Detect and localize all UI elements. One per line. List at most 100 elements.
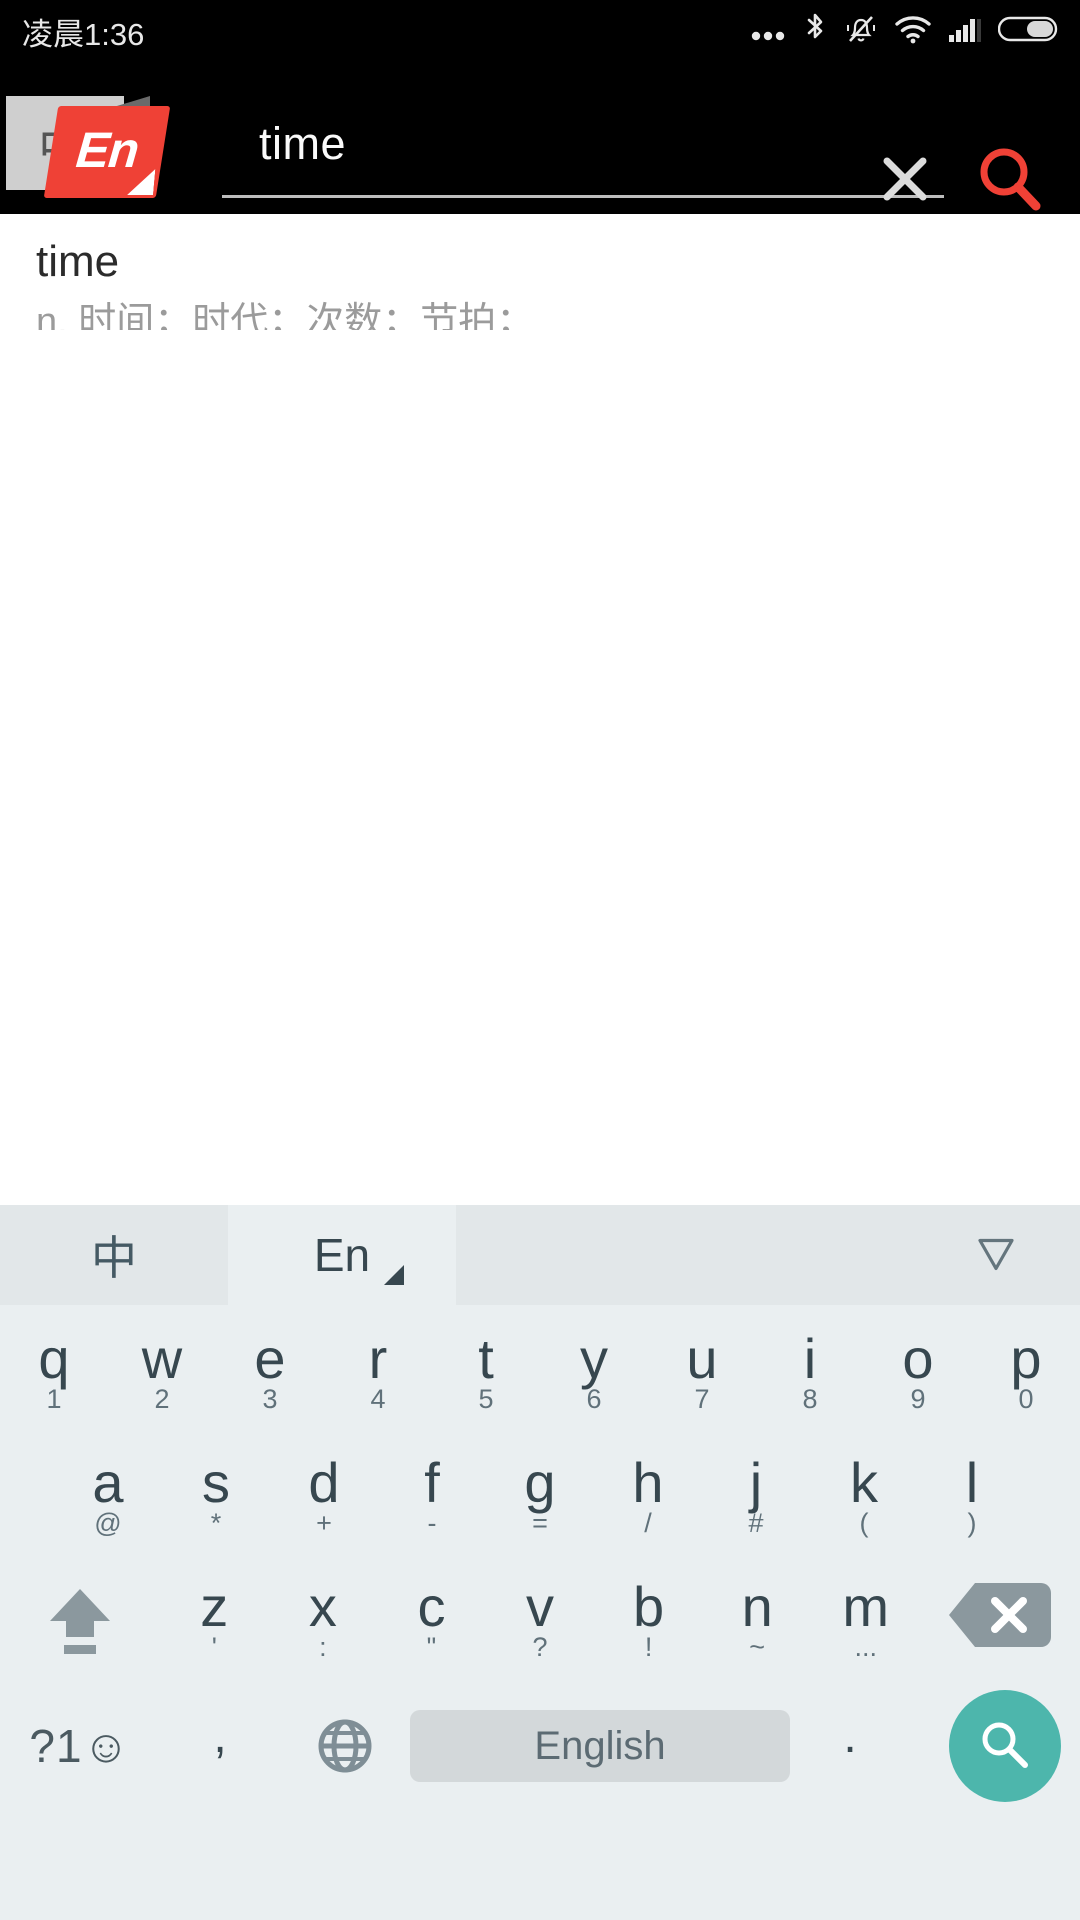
key-label: g [524, 1451, 556, 1514]
key-u[interactable]: u7 [648, 1305, 756, 1429]
collapse-down-icon[interactable] [968, 1227, 1024, 1284]
key-s[interactable]: s * [162, 1429, 270, 1553]
key-sublabel: - [427, 1508, 437, 1538]
key-label: t [478, 1327, 494, 1390]
search-icon [982, 1722, 1028, 1768]
key-g[interactable]: g = [486, 1429, 594, 1553]
key-e[interactable]: e3 [216, 1305, 324, 1429]
key-i[interactable]: i8 [756, 1305, 864, 1429]
key-sublabel: 2 [154, 1384, 170, 1414]
keyboard-tab-chinese-label: 中 [91, 1232, 137, 1284]
globe-icon[interactable] [280, 1711, 410, 1781]
key-m[interactable]: m... [811, 1553, 920, 1677]
enter-search-circle [949, 1690, 1061, 1802]
key-p[interactable]: p0 [972, 1305, 1080, 1429]
key-sublabel: 1 [46, 1384, 62, 1414]
keyboard-row-1: q1 w2 e3 r4 t5 y6 u7 i8 o9 p0 [0, 1305, 1080, 1429]
key-l[interactable]: l) [918, 1429, 1026, 1553]
key-label: j [749, 1451, 763, 1514]
close-icon[interactable] [868, 142, 942, 216]
key-label: p [1010, 1327, 1042, 1390]
backspace-icon[interactable] [920, 1553, 1080, 1677]
key-label: y [580, 1327, 608, 1390]
key-label: s [202, 1451, 230, 1514]
keyboard-tab-english[interactable]: En [228, 1205, 456, 1305]
key-label: b [633, 1575, 665, 1638]
keyboard-row-3: z ' x: c " v? b! n ~ m... [0, 1553, 1080, 1677]
key-sublabel: ~ [749, 1632, 766, 1662]
key-label: f [424, 1451, 440, 1514]
key-comma-label: , [213, 1709, 227, 1763]
key-period[interactable]: . [790, 1710, 910, 1774]
shift-arrow-icon[interactable] [0, 1553, 160, 1677]
key-a[interactable]: a @ [54, 1429, 162, 1553]
key-w[interactable]: w2 [108, 1305, 216, 1429]
key-sublabel: 3 [262, 1384, 278, 1414]
keyboard-rows: q1 w2 e3 r4 t5 y6 u7 i8 o9 p0 a @ s * d + f… [0, 1305, 1080, 1815]
key-label: c [417, 1575, 446, 1638]
key-z[interactable]: z ' [160, 1553, 269, 1677]
key-j[interactable]: j # [702, 1429, 810, 1553]
key-q[interactable]: q1 [0, 1305, 108, 1429]
key-b[interactable]: b! [594, 1553, 703, 1677]
key-label: r [368, 1327, 388, 1390]
key-period-label: . [843, 1709, 857, 1763]
key-x[interactable]: x: [269, 1553, 378, 1677]
key-o[interactable]: o9 [864, 1305, 972, 1429]
result-word: time [36, 237, 120, 286]
keyboard-toolbar: 中 En [0, 1205, 1080, 1305]
status-icons [750, 11, 1058, 52]
key-c[interactable]: c " [377, 1553, 486, 1677]
keyboard-row-2: a @ s * d + f- g = h / j # k( l) [0, 1429, 1080, 1553]
key-label: w [141, 1327, 183, 1390]
bluetooth-icon [802, 11, 828, 52]
wifi-icon [894, 14, 932, 49]
key-sublabel: ... [854, 1632, 878, 1662]
key-k[interactable]: k( [810, 1429, 918, 1553]
key-sublabel: ) [967, 1508, 977, 1538]
keyboard-tab-chinese[interactable]: 中 [0, 1205, 228, 1305]
key-h[interactable]: h / [594, 1429, 702, 1553]
keyboard-toolbar-blank [456, 1205, 1080, 1305]
app-logo[interactable]: 中 En [6, 90, 196, 200]
space-key-surface: English [410, 1710, 790, 1782]
key-sublabel: + [316, 1508, 332, 1538]
key-n[interactable]: n ~ [703, 1553, 812, 1677]
key-sublabel: @ [94, 1508, 122, 1538]
key-label: z [200, 1575, 229, 1638]
key-sublabel: * [210, 1508, 222, 1538]
key-label: m [842, 1575, 890, 1638]
key-sublabel: 9 [910, 1384, 926, 1414]
space-key[interactable]: English [410, 1710, 790, 1782]
key-sublabel: / [644, 1508, 652, 1538]
key-sublabel: ( [859, 1508, 869, 1538]
search-icon[interactable] [970, 140, 1050, 220]
status-bar: 凌晨1:36 [0, 0, 1080, 62]
enter-search-key[interactable] [910, 1690, 1080, 1802]
key-comma[interactable]: , [160, 1710, 280, 1774]
logo-english-card: En [43, 106, 171, 198]
key-t[interactable]: t5 [432, 1305, 540, 1429]
more-dots-icon [750, 13, 786, 50]
symbols-key[interactable]: ?1☺ [0, 1719, 160, 1773]
key-y[interactable]: y6 [540, 1305, 648, 1429]
key-label: k [850, 1451, 878, 1514]
search-input[interactable]: time [222, 96, 944, 198]
key-label: i [803, 1327, 817, 1390]
key-label: l [965, 1451, 979, 1514]
key-f[interactable]: f- [378, 1429, 486, 1553]
key-label: d [308, 1451, 340, 1514]
key-v[interactable]: v? [486, 1553, 595, 1677]
empty-content-area [0, 330, 1080, 1205]
key-d[interactable]: d + [270, 1429, 378, 1553]
mute-bell-icon [844, 12, 878, 51]
key-label: x [308, 1575, 337, 1638]
space-key-label: English [534, 1723, 666, 1768]
key-sublabel: " [426, 1632, 437, 1662]
key-label: e [254, 1327, 286, 1390]
key-sublabel: = [532, 1508, 548, 1538]
key-r[interactable]: r4 [324, 1305, 432, 1429]
key-label: n [741, 1575, 773, 1638]
app-search-bar: 中 En time [0, 62, 1080, 214]
key-label: q [38, 1327, 70, 1390]
